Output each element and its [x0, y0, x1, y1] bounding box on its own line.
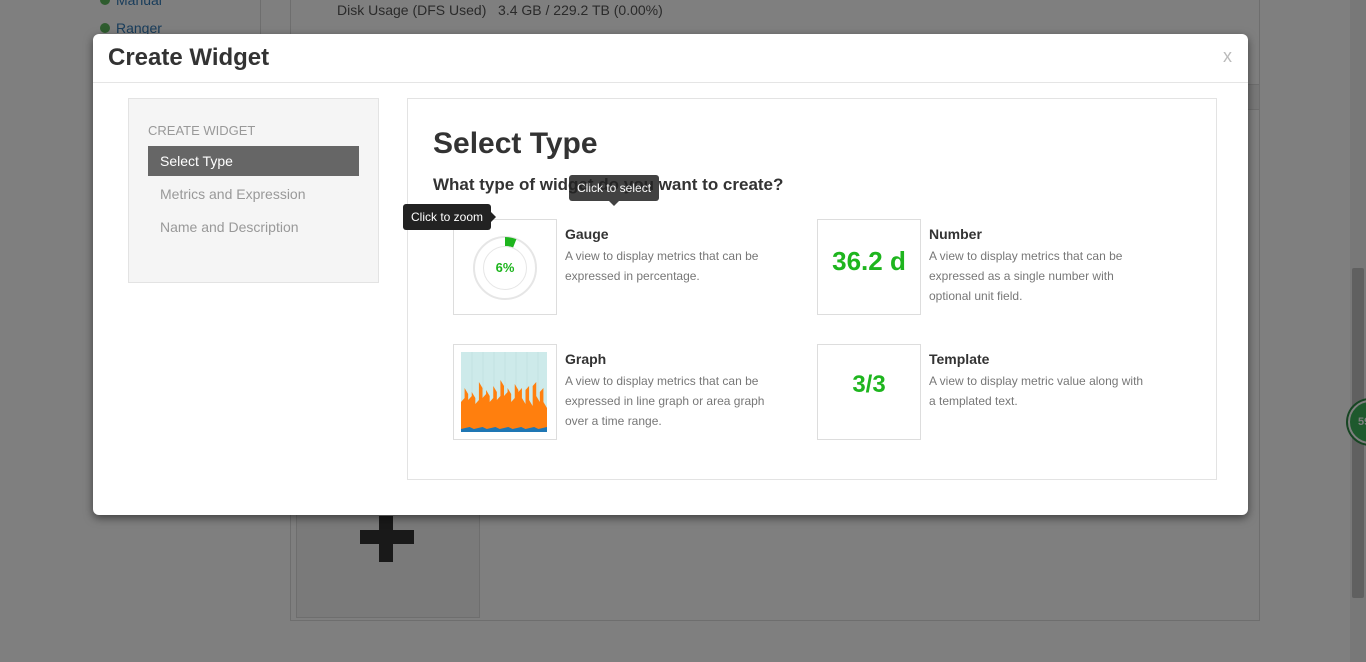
- gauge-type-name: Gauge: [565, 226, 609, 242]
- number-type-description: A view to display metrics that can be ex…: [929, 249, 1123, 303]
- gauge-thumbnail[interactable]: 6%: [453, 219, 557, 315]
- gauge-type-description: A view to display metrics that can be ex…: [565, 249, 759, 283]
- wizard-step-select-type[interactable]: Select Type: [148, 146, 359, 176]
- template-type-name: Template: [929, 351, 990, 367]
- modal-header: Create Widget x: [93, 34, 1248, 83]
- graph-type-name: Graph: [565, 351, 607, 367]
- template-type-description: A view to display metric value along wit…: [929, 374, 1144, 408]
- graph-type-description: A view to display metrics that can be ex…: [565, 374, 765, 428]
- click-to-select-tooltip: Click to select: [569, 175, 660, 206]
- wizard-step-metrics-expression[interactable]: Metrics and Expression: [148, 179, 359, 209]
- click-to-zoom-tooltip: Click to zoom: [403, 204, 497, 230]
- number-type-name: Number: [929, 226, 982, 242]
- wizard-nav: CREATE WIDGET Select Type Metrics and Ex…: [128, 98, 379, 283]
- graph-thumbnail[interactable]: [453, 344, 557, 440]
- content-title: Select Type: [433, 127, 598, 160]
- close-button[interactable]: x: [1223, 46, 1232, 67]
- wizard-heading: CREATE WIDGET: [148, 123, 256, 138]
- create-widget-modal: Create Widget x CREATE WIDGET Select Typ…: [93, 34, 1248, 515]
- number-thumbnail[interactable]: 36.2 d: [817, 219, 921, 315]
- template-preview-value: 3/3: [852, 371, 886, 398]
- gauge-value: 6%: [483, 246, 527, 290]
- modal-title: Create Widget: [108, 44, 270, 71]
- graph-preview-image: [461, 352, 547, 432]
- wizard-step-name-description[interactable]: Name and Description: [148, 212, 359, 242]
- template-thumbnail[interactable]: 3/3: [817, 344, 921, 440]
- number-preview-value: 36.2 d: [832, 246, 906, 276]
- wizard-content: Select Type What type of widget do you w…: [407, 98, 1217, 480]
